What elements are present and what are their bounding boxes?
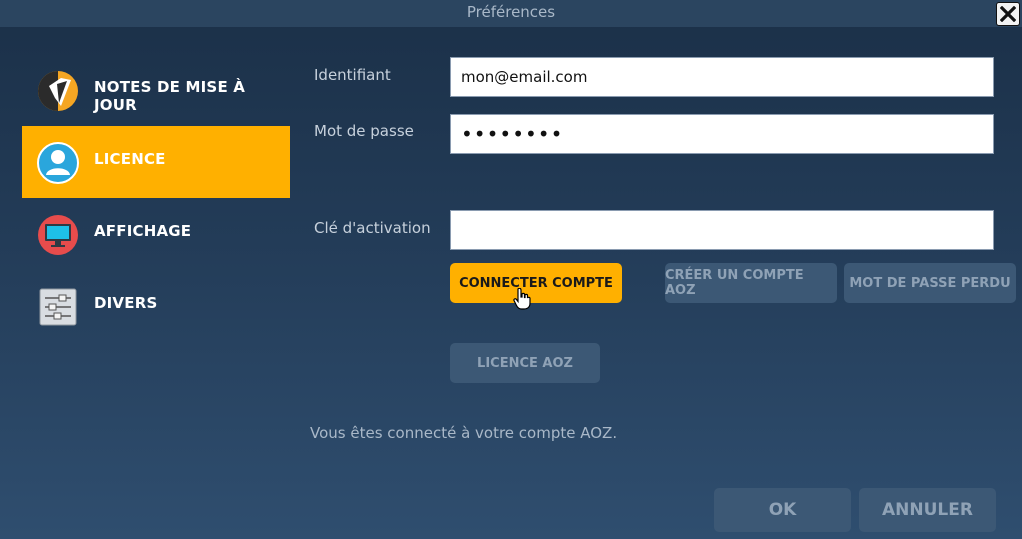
- sidebar-item-label: AFFICHAGE: [94, 222, 192, 240]
- hand-cursor-icon: [513, 288, 531, 310]
- sidebar: NOTES DE MISE À JOUR LICENCE AFFICHAGE D…: [22, 54, 290, 342]
- cancel-button[interactable]: ANNULER: [859, 488, 996, 532]
- sidebar-item-misc[interactable]: DIVERS: [22, 270, 290, 342]
- password-field[interactable]: ••••••••: [450, 114, 994, 154]
- sidebar-item-label: LICENCE: [94, 150, 166, 168]
- release-notes-icon: [38, 71, 78, 111]
- identifier-label: Identifiant: [314, 66, 391, 84]
- lost-password-button[interactable]: MOT DE PASSE PERDU: [844, 263, 1016, 303]
- connection-status-text: Vous êtes connecté à votre compte AOZ.: [310, 424, 618, 442]
- password-label: Mot de passe: [314, 122, 414, 140]
- close-button[interactable]: [996, 2, 1020, 26]
- user-license-icon: [37, 142, 79, 184]
- monitor-icon: [38, 215, 78, 255]
- window-title: Préférences: [466, 3, 556, 21]
- identifier-field[interactable]: [450, 57, 994, 97]
- create-account-button[interactable]: CRÉER UN COMPTE AOZ: [665, 263, 837, 303]
- connect-account-button[interactable]: CONNECTER COMPTE: [450, 263, 622, 303]
- sidebar-item-label: NOTES DE MISE À JOUR: [94, 78, 246, 114]
- activation-key-field[interactable]: [450, 210, 994, 250]
- aoz-licence-button[interactable]: LICENCE AOZ: [450, 343, 600, 383]
- sidebar-item-label: DIVERS: [94, 294, 158, 312]
- sidebar-item-release-notes[interactable]: NOTES DE MISE À JOUR: [22, 54, 290, 126]
- ok-button[interactable]: OK: [714, 488, 851, 532]
- sidebar-item-display[interactable]: AFFICHAGE: [22, 198, 290, 270]
- sidebar-item-licence[interactable]: LICENCE: [22, 126, 290, 198]
- activation-key-label: Clé d'activation: [314, 219, 431, 237]
- close-icon: [1000, 6, 1016, 22]
- sliders-icon: [39, 288, 77, 326]
